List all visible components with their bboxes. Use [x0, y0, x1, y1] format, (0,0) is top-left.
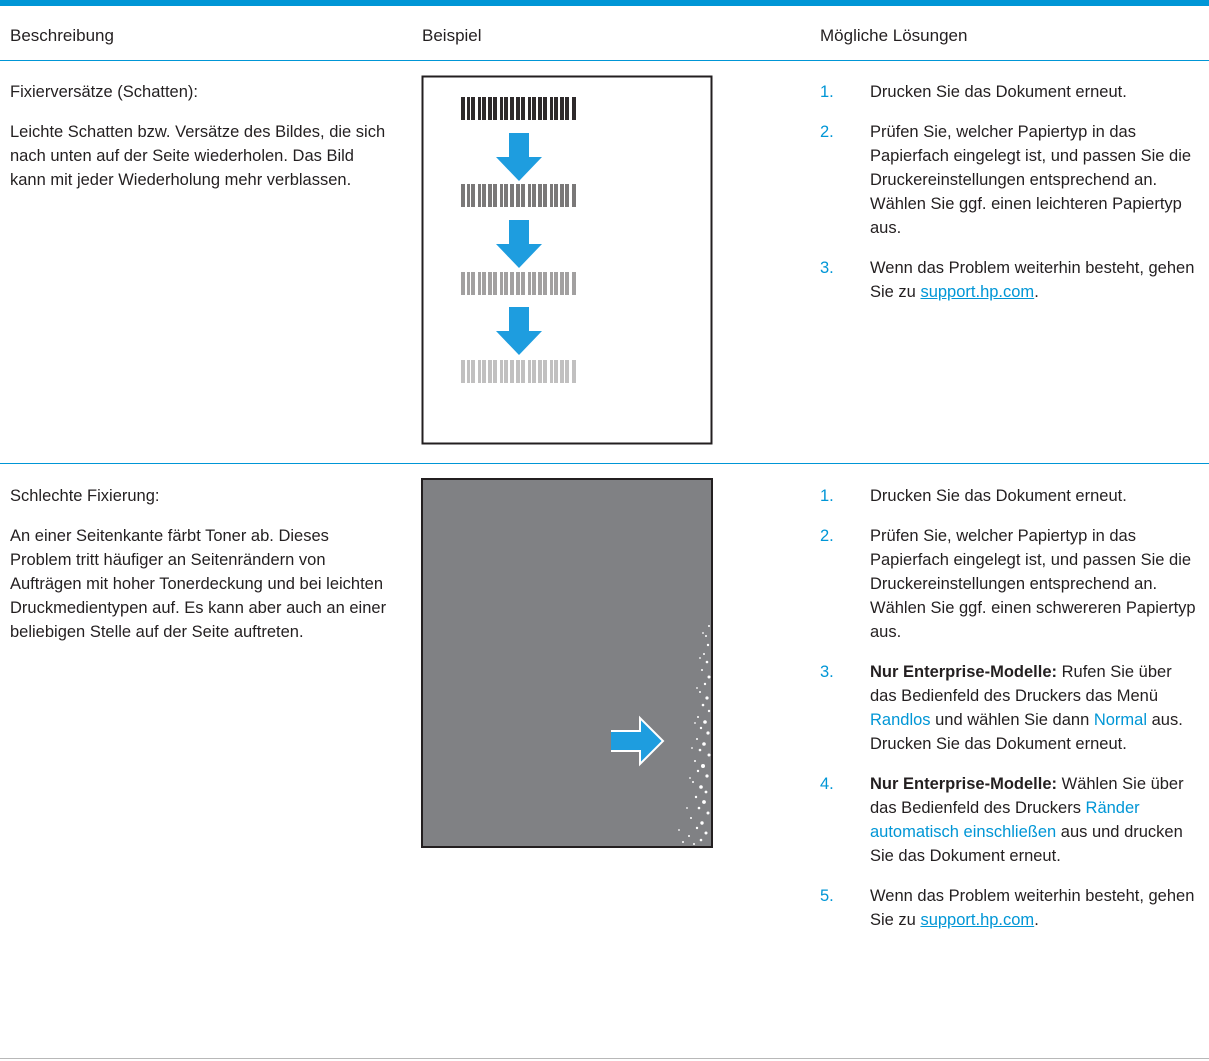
support-link[interactable]: support.hp.com: [920, 283, 1034, 301]
row2-example-page: [421, 478, 713, 853]
row1-title: Fixierversätze (Schatten):: [10, 83, 198, 101]
row1-description: Fixierversätze (Schatten): Leichte Schat…: [10, 80, 390, 192]
header-example: Beispiel: [422, 26, 482, 45]
row2-solution-1: 1. Drucken Sie das Dokument erneut.: [820, 484, 1200, 508]
solution-number: 1.: [820, 83, 834, 101]
barcode-shadow-3: [461, 360, 576, 383]
header-solutions: Mögliche Lösungen: [820, 26, 968, 45]
row2-solution-3: 3. Nur Enterprise-Modelle: Rufen Sie übe…: [820, 660, 1200, 756]
solution-number: 3.: [820, 663, 834, 681]
row1-solution-2: 2. Prüfen Sie, welcher Papiertyp in das …: [820, 120, 1200, 240]
solution-number: 3.: [820, 259, 834, 277]
solution-number: 2.: [820, 123, 834, 141]
barcode-original: [461, 97, 576, 120]
header-divider: [0, 60, 1209, 61]
menu-randlos: Randlos: [870, 711, 931, 729]
row1-solutions: 1. Drucken Sie das Dokument erneut. 2. P…: [820, 80, 1200, 320]
row2-solution-4: 4. Nur Enterprise-Modelle: Wählen Sie üb…: [820, 772, 1200, 868]
solution-number: 4.: [820, 775, 834, 793]
row2-solution-2: 2. Prüfen Sie, welcher Papiertyp in das …: [820, 524, 1200, 644]
header-description: Beschreibung: [10, 26, 114, 45]
row2-title: Schlechte Fixierung:: [10, 487, 160, 505]
row1-example-page: [421, 75, 713, 450]
row2-description: Schlechte Fixierung: An einer Seitenkant…: [10, 484, 390, 644]
solution-number: 5.: [820, 887, 834, 905]
solution-number: 2.: [820, 527, 834, 545]
barcode-shadow-2: [461, 272, 576, 295]
row-divider: [0, 463, 1209, 464]
solution-number: 1.: [820, 487, 834, 505]
row2-solutions: 1. Drucken Sie das Dokument erneut. 2. P…: [820, 484, 1200, 948]
row1-solution-3: 3. Wenn das Problem weiterhin besteht, g…: [820, 256, 1200, 304]
support-link[interactable]: support.hp.com: [920, 911, 1034, 929]
barcode-shadow-1: [461, 184, 576, 207]
row1-solution-1: 1. Drucken Sie das Dokument erneut.: [820, 80, 1200, 104]
row1-text: Leichte Schatten bzw. Versätze des Bilde…: [10, 123, 386, 189]
option-normal: Normal: [1093, 711, 1148, 729]
top-accent-bar: [0, 0, 1209, 6]
row2-text: An einer Seitenkante färbt Toner ab. Die…: [10, 527, 387, 641]
bottom-divider: [0, 1058, 1209, 1059]
row2-solution-5: 5. Wenn das Problem weiterhin besteht, g…: [820, 884, 1200, 932]
